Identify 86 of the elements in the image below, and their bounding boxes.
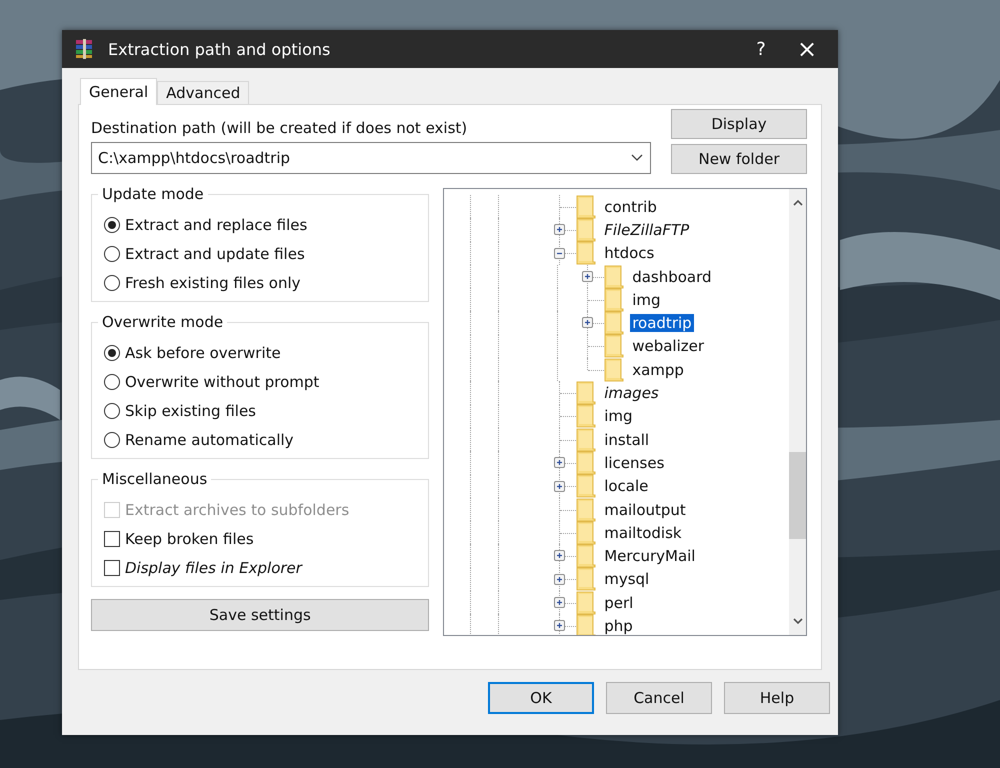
folder-icon [604, 334, 624, 358]
folder-icon [576, 194, 596, 219]
folder-icon [604, 311, 624, 336]
help-button[interactable]: ? [738, 30, 784, 68]
dialog-button[interactable]: Help [724, 682, 830, 714]
folder-icon [604, 264, 624, 289]
radio-button[interactable] [104, 403, 120, 419]
expand-icon[interactable] [554, 574, 566, 585]
group-title: Update mode [98, 185, 208, 203]
tree-item[interactable]: mailtodisk [602, 524, 684, 542]
folder-icon [576, 404, 596, 428]
save-settings-button[interactable]: Save settings [91, 599, 430, 631]
folder-icon [604, 358, 624, 382]
folder-icon [576, 520, 596, 545]
tree-item[interactable]: mysql [602, 570, 652, 588]
folder-icon [576, 450, 596, 475]
books-icon [74, 39, 94, 59]
tree-item[interactable]: roadtrip [630, 314, 694, 332]
scroll-down-icon [792, 618, 802, 625]
tree-item[interactable]: webalizer [630, 337, 706, 356]
folder-icon [576, 381, 596, 406]
expand-icon[interactable] [554, 620, 566, 632]
folder-icon [576, 474, 596, 498]
checkbox[interactable] [104, 560, 120, 576]
radio-button[interactable] [104, 246, 120, 262]
side-button[interactable]: Display [671, 109, 807, 139]
radio-button[interactable] [104, 275, 120, 291]
tree-item[interactable]: xampp [630, 360, 686, 379]
expand-icon[interactable] [554, 550, 566, 562]
tree-item[interactable]: install [602, 430, 652, 449]
tab[interactable]: General [80, 78, 158, 105]
expand-icon[interactable] [554, 480, 566, 492]
tree-item[interactable]: FileZillaFTP [602, 220, 692, 239]
tree-item[interactable]: licenses [602, 454, 666, 472]
tree-item[interactable]: perl [602, 594, 636, 612]
scroll-thumb[interactable] [789, 452, 806, 540]
tree-item[interactable]: htdocs [602, 244, 656, 262]
radio-button[interactable] [104, 345, 120, 361]
expand-icon[interactable] [582, 317, 594, 328]
folder-icon [576, 544, 596, 568]
field-label: Destination path (will be created if does not exist) [91, 119, 468, 137]
tab[interactable]: Advanced [157, 81, 250, 104]
tree-item[interactable]: img [630, 290, 663, 309]
tree-item[interactable]: mailoutput [602, 500, 688, 518]
collapse-icon[interactable] [554, 248, 566, 259]
dialog-button[interactable]: OK [488, 682, 594, 714]
expand-icon[interactable] [554, 224, 566, 236]
option-label: Extract and replace files [125, 216, 308, 234]
tree-item[interactable]: MercuryMail [602, 547, 698, 566]
radio-button[interactable] [104, 217, 120, 233]
scroll-up-icon [792, 199, 802, 206]
tree-item[interactable]: contrib [602, 198, 659, 216]
option-label: Keep broken files [125, 530, 254, 548]
folder-icon [576, 498, 596, 522]
folder-icon [576, 428, 596, 452]
folder-icon [604, 288, 624, 312]
tree-item[interactable]: locale [602, 477, 650, 496]
path-field[interactable]: C:\xampp\htdocs\roadtrip [91, 142, 651, 174]
folder-icon [576, 567, 596, 592]
option-label: Skip existing files [125, 402, 256, 420]
option-label: Rename automatically [125, 431, 294, 449]
expand-icon[interactable] [582, 270, 594, 282]
expand-icon[interactable] [554, 457, 566, 468]
radio-button[interactable] [104, 432, 120, 448]
option-label: Fresh existing files only [125, 274, 301, 292]
folder-icon [576, 614, 596, 635]
option-label: Extract archives to subfolders [125, 501, 350, 519]
window-title: Extraction path and options [108, 40, 332, 58]
tree-item[interactable]: php [602, 616, 635, 635]
option-label: Display files in Explorer [125, 559, 302, 577]
tree-item[interactable]: dashboard [630, 268, 714, 286]
checkbox[interactable] [104, 531, 120, 547]
folder-icon [576, 241, 596, 266]
option-label: Extract and update files [125, 245, 305, 263]
dialog-button[interactable]: Cancel [606, 682, 712, 714]
tree-item[interactable]: images [602, 384, 661, 402]
folder-icon [576, 218, 596, 242]
expand-icon[interactable] [554, 597, 566, 608]
close-button[interactable]: × [784, 30, 830, 68]
folder-icon [576, 590, 596, 615]
option-label: Ask before overwrite [125, 344, 281, 362]
scrollbar[interactable] [789, 189, 806, 635]
radio-button[interactable] [104, 374, 120, 390]
side-button[interactable]: New folder [671, 144, 807, 174]
tree-item[interactable]: img [602, 407, 635, 426]
option-label: Overwrite without prompt [125, 373, 320, 391]
